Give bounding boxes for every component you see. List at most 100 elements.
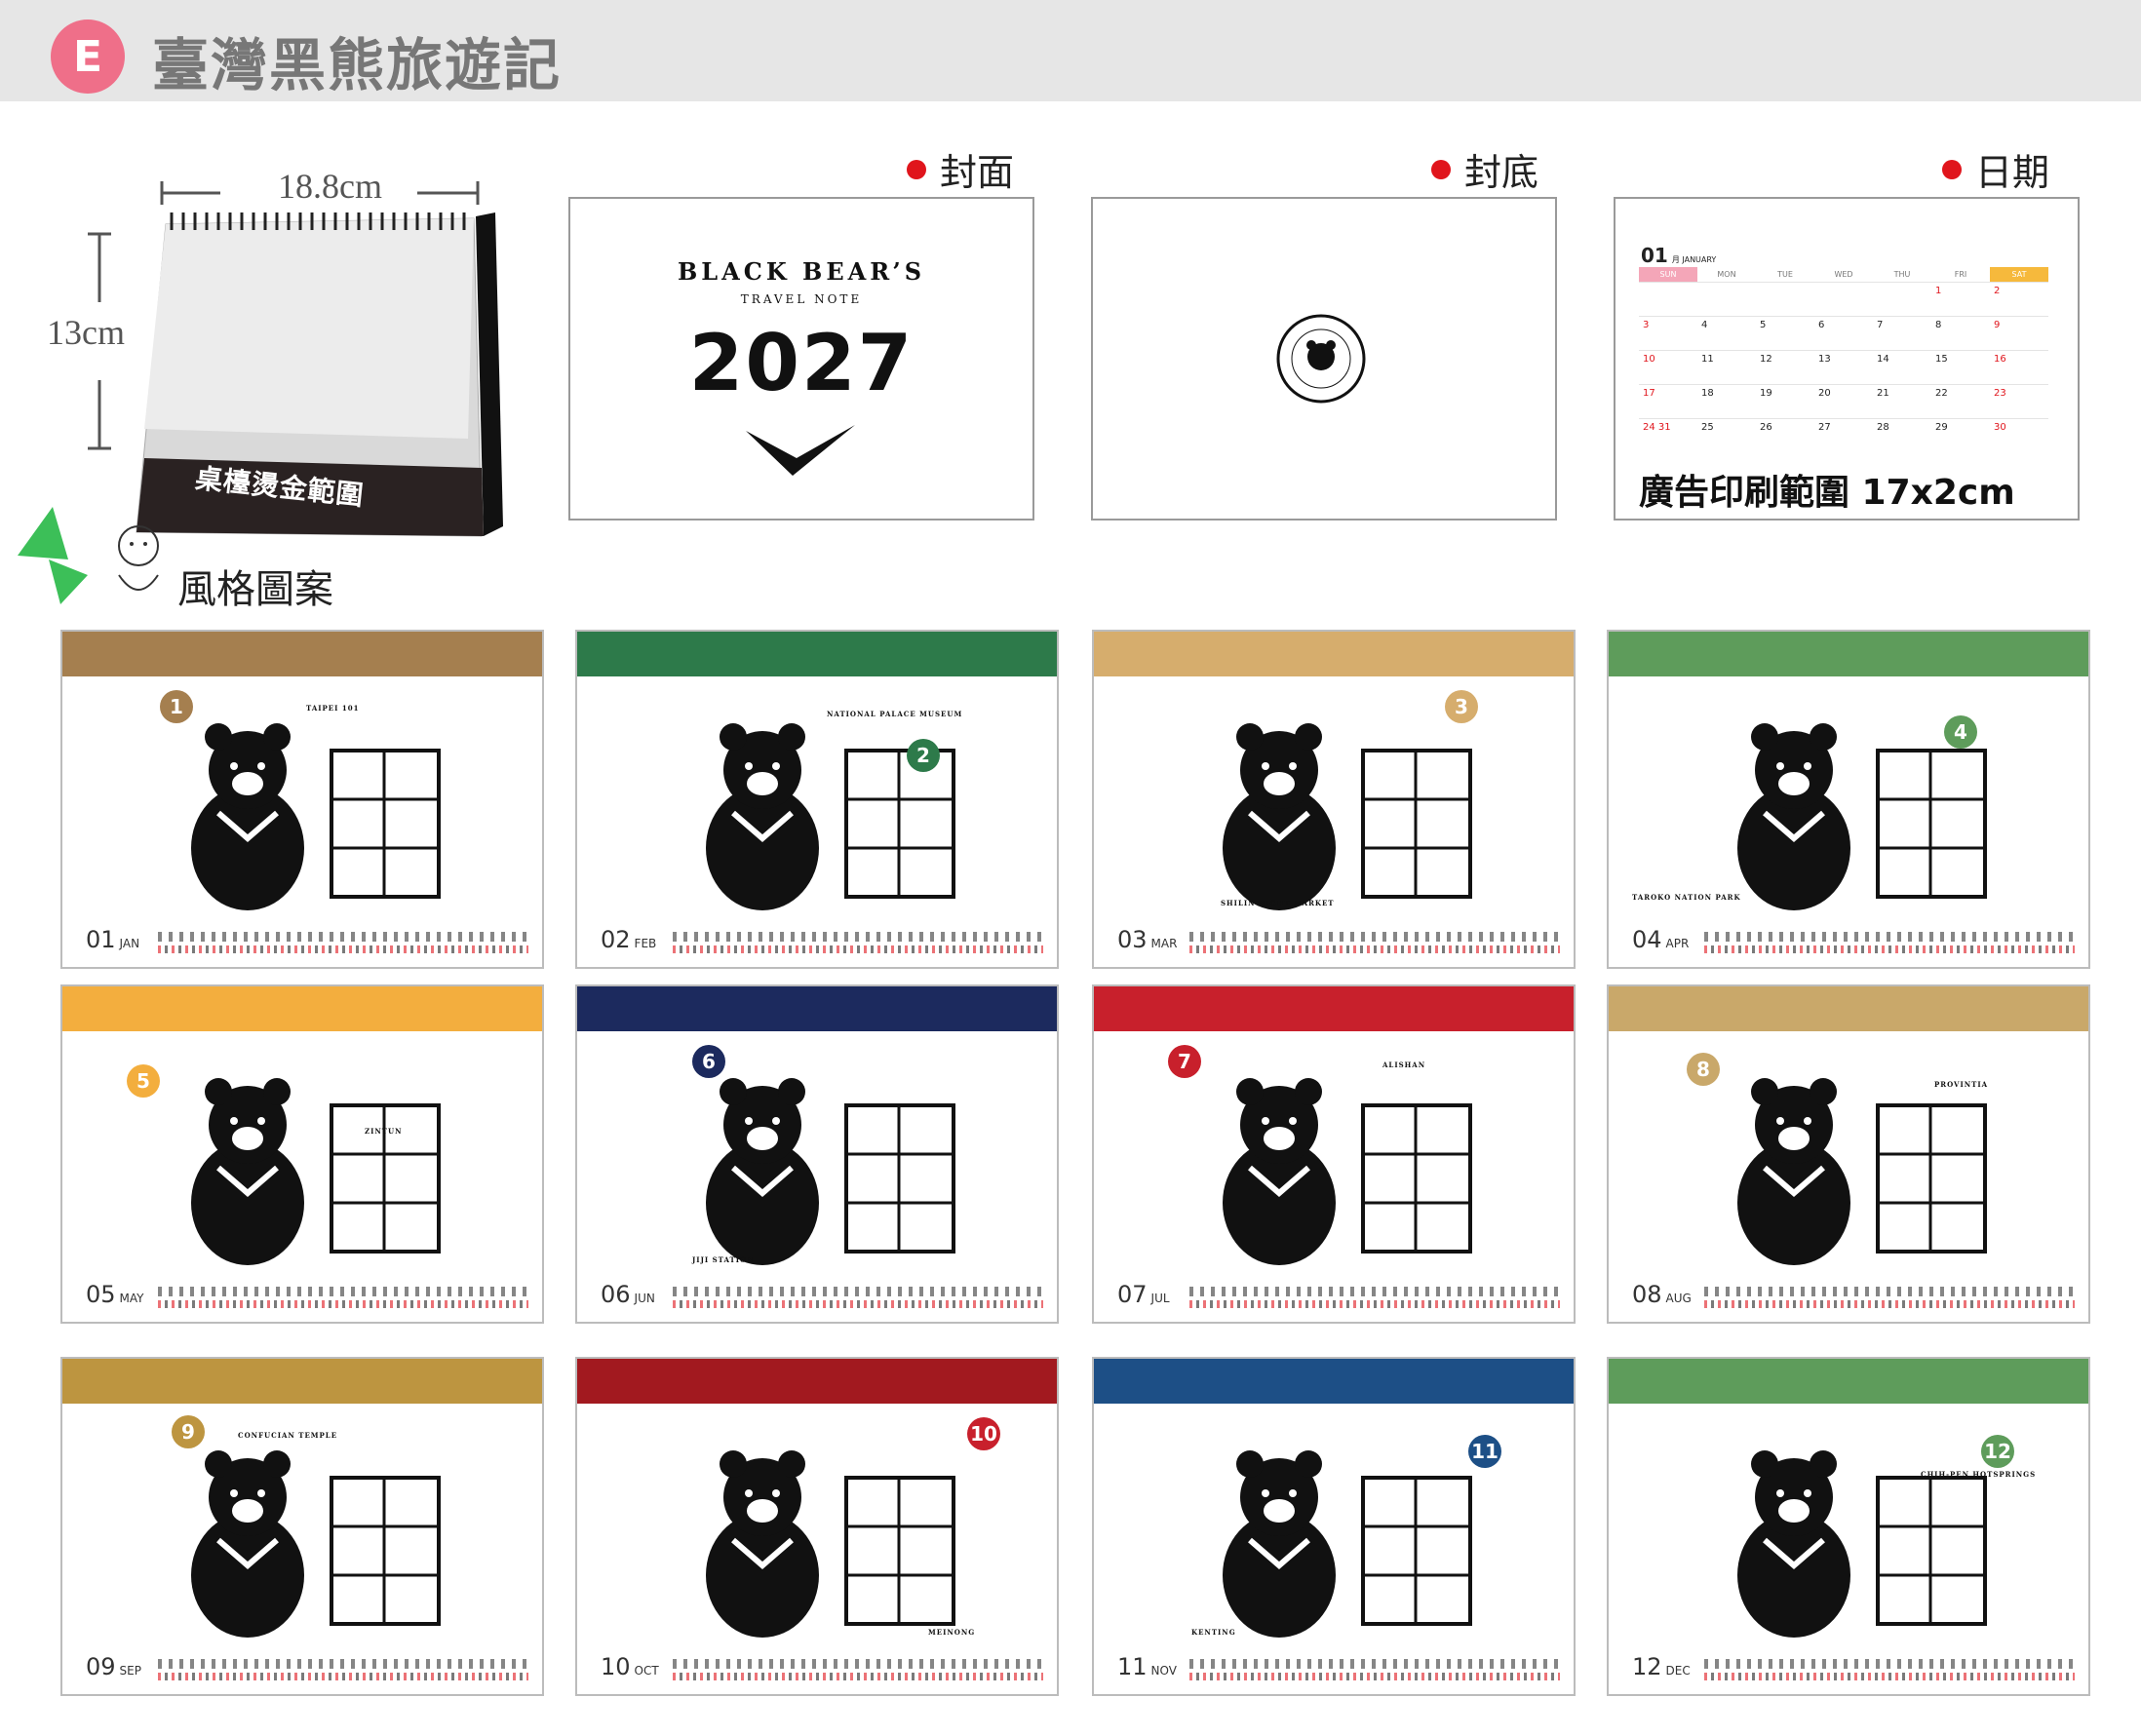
- month-color-band: [577, 1359, 1057, 1404]
- style-pattern-label: 風格圖案: [177, 567, 333, 612]
- bear-illustration: [1223, 723, 1472, 910]
- bear-illustration: [1223, 1450, 1472, 1638]
- month-color-band: [1609, 632, 2088, 676]
- ad-print-area-note: 廣告印刷範圍 17x2cm: [1639, 473, 2015, 513]
- month-color-band: [62, 1359, 542, 1404]
- place-name: JIJI STATION: [692, 1255, 755, 1264]
- place-name: TAIPEI 101: [306, 704, 360, 713]
- cover-preview: BLACK BEAR’S TRAVEL NOTE 2027: [568, 197, 1034, 521]
- cover-subtitle: TRAVEL NOTE: [740, 292, 863, 306]
- month-number-badge: 1: [160, 690, 193, 723]
- month-label: 11 NOV: [1117, 1653, 1177, 1680]
- place-name: PROVINTIA: [1934, 1080, 1989, 1089]
- weekday-strip: [1704, 1287, 2075, 1296]
- bear-stamp-icon: [1276, 314, 1366, 404]
- month-number-badge: 12: [1981, 1435, 2014, 1468]
- back-preview: [1091, 197, 1557, 521]
- date-strip: [1189, 1300, 1560, 1308]
- month-card: 4 TAROKO NATION PARK 04 APR: [1607, 630, 2090, 969]
- cover-title: BLACK BEAR’S: [677, 257, 926, 286]
- weekday-strip: [673, 1287, 1043, 1296]
- month-color-band: [1094, 1359, 1574, 1404]
- date-strip: [673, 945, 1043, 953]
- weekday-strip: [673, 1659, 1043, 1669]
- place-name: NATIONAL PALACE MUSEUM: [827, 710, 963, 718]
- red-dot-icon: [1431, 159, 1451, 179]
- month-label: 10 OCT: [601, 1653, 659, 1680]
- month-color-band: [1609, 1359, 2088, 1404]
- weekday-strip: [1704, 932, 2075, 942]
- calendar-week-row: 10 11 12 13 14 15 16: [1639, 350, 2048, 384]
- page-title: 臺灣黑熊旅遊記: [152, 32, 563, 98]
- date-strip: [1704, 1673, 2075, 1680]
- month-label: 05 MAY: [86, 1281, 144, 1308]
- back-stamp: [1272, 310, 1370, 411]
- bear-illustration: [191, 1450, 441, 1638]
- width-dimension-label: 18.8cm: [278, 167, 382, 206]
- weekday-strip: [1704, 1659, 2075, 1669]
- date-strip: [158, 945, 528, 953]
- bear-illustration: [706, 1078, 955, 1265]
- month-number-badge: 6: [692, 1045, 725, 1078]
- desk-calendar-illustration: [10, 146, 517, 604]
- calendar-grid: SUN MON TUE WED THU FRI SAT 1 2 34 56 78…: [1639, 267, 2048, 452]
- place-name: ZINTUN: [365, 1127, 403, 1136]
- month-color-band: [1609, 986, 2088, 1031]
- month-label: 07 JUL: [1117, 1281, 1170, 1308]
- month-number-badge: 7: [1168, 1045, 1201, 1078]
- month-color-band: [577, 986, 1057, 1031]
- month-label: 01 JAN: [86, 926, 140, 953]
- date-strip: [673, 1300, 1043, 1308]
- month-card: 6 JIJI STATION 06 JUN: [575, 984, 1059, 1324]
- weekday-strip: [158, 1287, 528, 1296]
- weekday-strip: [1189, 932, 1560, 942]
- cover-section-label: 封面: [907, 142, 1014, 196]
- month-number-badge: 9: [172, 1415, 205, 1448]
- month-number-badge: 11: [1468, 1435, 1501, 1468]
- place-name: SHILIN NIGHT MARKET: [1221, 899, 1335, 907]
- month-color-band: [62, 986, 542, 1031]
- place-name: CHIH-PEN HOTSPRINGS: [1921, 1470, 2037, 1479]
- red-dot-icon: [1942, 159, 1962, 179]
- calendar-week-row: 34 56 78 9: [1639, 316, 2048, 350]
- month-label: 09 SEP: [86, 1653, 141, 1680]
- weekday-strip: [1189, 1287, 1560, 1296]
- month-number-badge: 10: [967, 1417, 1000, 1450]
- bear-illustration: [191, 723, 441, 910]
- calendar-week-row: 1 2: [1639, 282, 2048, 316]
- weekday-strip: [158, 932, 528, 942]
- calendar-week-row: 24 31 25 26 27 28 29 30: [1639, 418, 2048, 452]
- bear-illustration: [191, 1078, 441, 1265]
- month-card: 11 KENTING 11 NOV: [1092, 1357, 1576, 1696]
- month-card: 2 NATIONAL PALACE MUSEUM 02 FEB: [575, 630, 1059, 969]
- month-card: 3 SHILIN NIGHT MARKET 03 MAR: [1092, 630, 1576, 969]
- date-strip: [158, 1300, 528, 1308]
- month-label: 02 FEB: [601, 926, 657, 953]
- month-label: 03 MAR: [1117, 926, 1178, 953]
- month-color-band: [577, 632, 1057, 676]
- month-label: 04 APR: [1632, 926, 1690, 953]
- month-number-badge: 2: [907, 739, 940, 772]
- bear-illustration: [1737, 1450, 1987, 1638]
- date-section-label: 日期: [1942, 142, 2049, 196]
- weekday-strip: [158, 1659, 528, 1669]
- month-label: 06 JUN: [601, 1281, 655, 1308]
- month-card: 5 ZINTUN 05 MAY: [60, 984, 544, 1324]
- bear-illustration: [1223, 1078, 1472, 1265]
- cover-year: 2027: [688, 318, 915, 408]
- place-name: CONFUCIAN TEMPLE: [238, 1431, 338, 1440]
- month-color-band: [62, 632, 542, 676]
- month-card: 1 TAIPEI 101 01 JAN: [60, 630, 544, 969]
- month-color-band: [1094, 986, 1574, 1031]
- month-card: 10 MEINONG 10 OCT: [575, 1357, 1059, 1696]
- date-strip: [1189, 945, 1560, 953]
- weekday-strip: [673, 932, 1043, 942]
- month-card: 8 PROVINTIA 08 AUG: [1607, 984, 2090, 1324]
- section-badge: E: [51, 19, 125, 94]
- check-mark-icon: [746, 425, 855, 476]
- weekday-header: SUN MON TUE WED THU FRI SAT: [1639, 267, 2048, 282]
- date-preview: 01 月 JANUARY SUN MON TUE WED THU FRI SAT …: [1614, 197, 2080, 521]
- place-name: KENTING: [1191, 1628, 1236, 1637]
- month-card: 12 CHIH-PEN HOTSPRINGS 12 DEC: [1607, 1357, 2090, 1696]
- date-strip: [158, 1673, 528, 1680]
